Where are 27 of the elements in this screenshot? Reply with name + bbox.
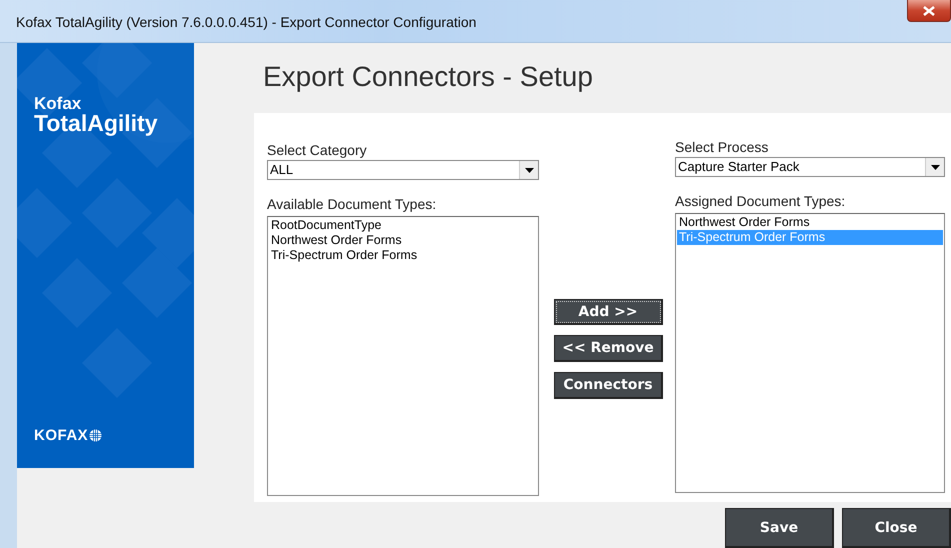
field-label: Select Category — [267, 141, 368, 160]
close-button[interactable] — [907, 0, 951, 22]
brand-text: TotalAgility — [34, 112, 158, 135]
action-button[interactable]: Add >> — [554, 299, 663, 326]
window-title: Kofax TotalAgility (Version 7.6.0.0.0.451) - Export Connector Configuration — [16, 14, 476, 30]
list-item[interactable]: Northwest Order Forms — [677, 215, 943, 230]
close-icon — [923, 6, 935, 16]
list-item[interactable]: Northwest Order Forms — [269, 233, 537, 248]
caret-icon — [524, 168, 534, 173]
list-box[interactable]: Northwest Order Forms Tri-Spectrum Order Forms — [675, 213, 945, 494]
page-title: Export Connectors - Setup — [262, 60, 594, 94]
brand-text: Kofax — [34, 95, 82, 112]
logo-text: KOFAX — [34, 427, 88, 444]
globe-icon — [89, 429, 102, 442]
list-item[interactable]: RootDocumentType — [269, 218, 537, 234]
field-label: Select Process — [675, 138, 770, 158]
footer-button[interactable]: Save — [725, 508, 834, 548]
action-button[interactable]: Connectors — [554, 372, 663, 400]
field-label: Available Document Types: — [267, 195, 438, 214]
action-button[interactable]: << Remove — [554, 335, 663, 362]
dropdown[interactable]: Capture Starter Pack — [675, 157, 945, 178]
caret-icon — [930, 164, 940, 170]
dropdown[interactable]: ALL — [267, 160, 539, 180]
list-box[interactable]: RootDocumentType Northwest Order Forms Tri-Spectrum Order Forms — [267, 216, 539, 496]
list-item[interactable]: Tri-Spectrum Order Forms — [269, 248, 537, 264]
field-label: Assigned Document Types: — [675, 192, 846, 212]
footer-button[interactable]: Close — [842, 508, 951, 548]
